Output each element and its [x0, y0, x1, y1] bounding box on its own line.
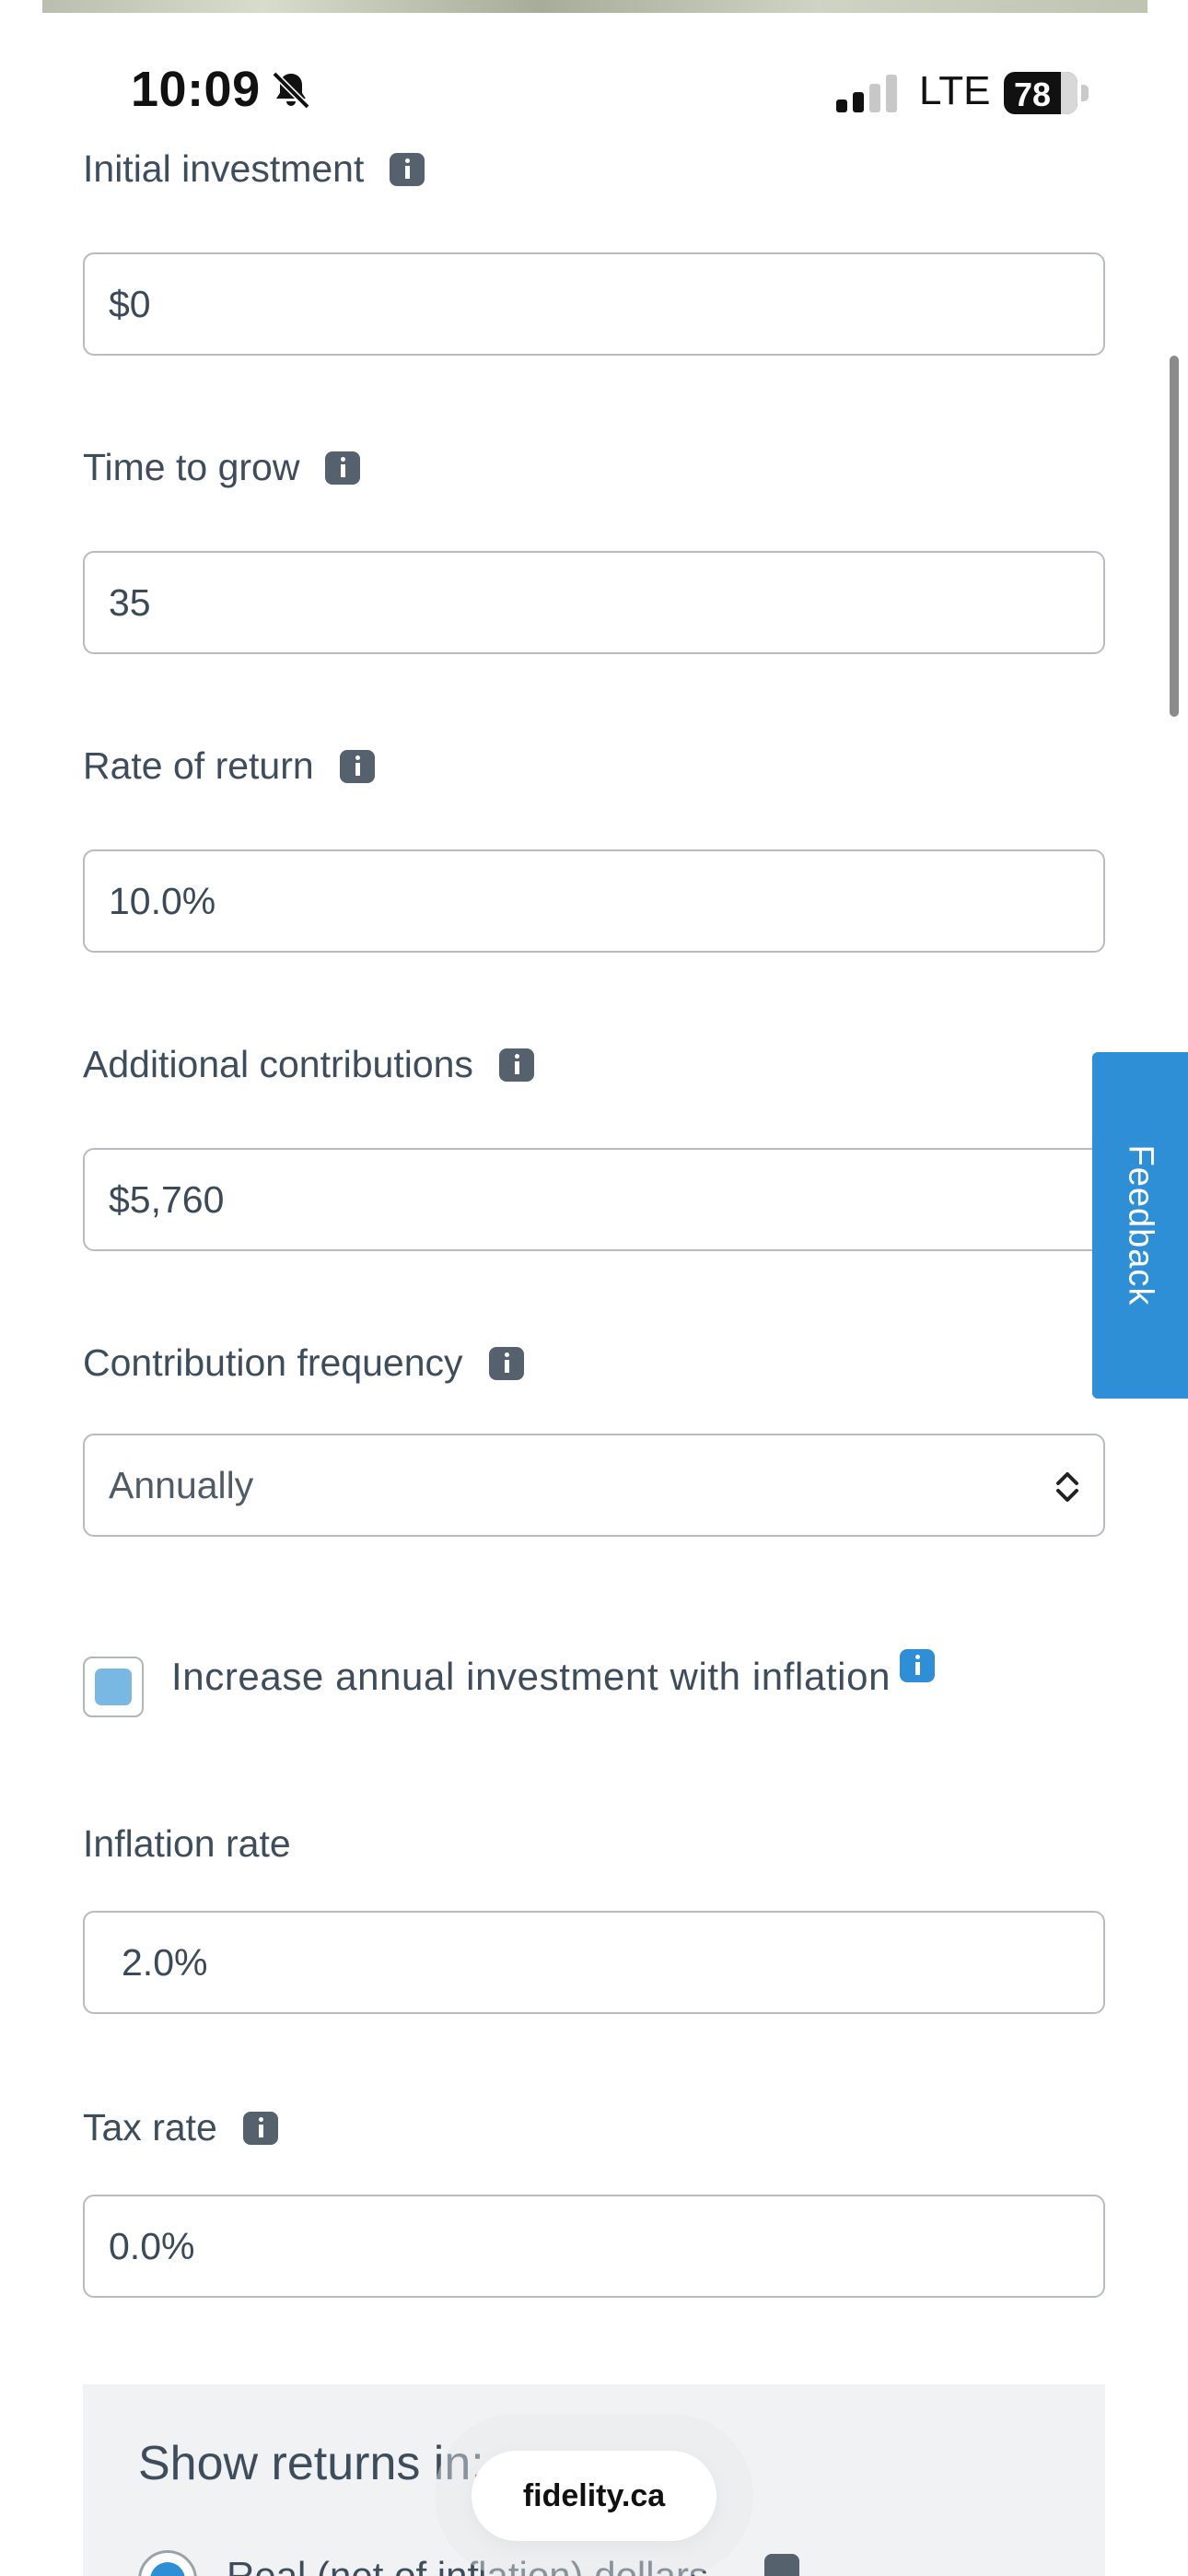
increase-with-inflation-label[interactable]: Increase annual investment with inflatio… [171, 1649, 936, 1699]
time-to-grow-label: Time to grow [83, 446, 361, 489]
info-icon[interactable] [900, 1649, 936, 1682]
status-time: 10:09 [131, 62, 261, 117]
increase-with-inflation-checkbox[interactable] [83, 1657, 144, 1717]
battery-percent: 78 [1013, 76, 1052, 113]
inflation-rate-input[interactable]: 2.0% [83, 1911, 1105, 2014]
chevron-up-down-icon [1056, 1472, 1078, 1502]
checkbox-checked-indicator [95, 1669, 132, 1705]
feedback-tab[interactable]: Feedback [1092, 1052, 1188, 1399]
additional-contributions-label: Additional contributions [83, 1043, 534, 1086]
info-icon[interactable] [390, 152, 425, 186]
bell-slash-icon [272, 71, 310, 110]
additional-contributions-input[interactable]: $5,760 [83, 1148, 1105, 1251]
cellular-signal-icon [836, 75, 897, 112]
initial-investment-label: Initial investment [83, 147, 425, 191]
feedback-label: Feedback [1121, 1144, 1160, 1306]
initial-investment-input[interactable]: $0 [83, 252, 1105, 356]
rate-of-return-input[interactable]: 10.0% [83, 849, 1105, 953]
status-bar: 10:09 LTE 78 [0, 13, 1188, 151]
url-text: fidelity.ca [522, 2477, 666, 2513]
contribution-frequency-label: Contribution frequency [83, 1341, 524, 1385]
real-dollars-label: Real (net of inflation) dollars [227, 2554, 708, 2576]
background-image-strip [42, 0, 1147, 13]
battery-icon: 78 [1004, 72, 1089, 114]
tax-rate-label: Tax rate [83, 2106, 278, 2149]
address-bar-pill[interactable]: fidelity.ca [472, 2451, 716, 2541]
info-icon[interactable] [339, 749, 375, 783]
tax-rate-input[interactable]: 0.0% [83, 2195, 1105, 2298]
info-icon[interactable] [498, 1048, 534, 1082]
real-dollars-radio[interactable] [138, 2550, 197, 2576]
info-icon[interactable] [764, 2554, 799, 2576]
contribution-frequency-select[interactable]: Annually [83, 1434, 1105, 1537]
inflation-rate-label: Inflation rate [83, 1822, 291, 1865]
info-icon[interactable] [488, 1346, 524, 1380]
info-icon[interactable] [325, 451, 361, 485]
rate-of-return-label: Rate of return [83, 744, 375, 788]
time-to-grow-input[interactable]: 35 [83, 551, 1105, 654]
network-type: LTE [919, 68, 991, 113]
info-icon[interactable] [242, 2111, 278, 2145]
scrollbar-thumb[interactable] [1170, 356, 1179, 717]
show-returns-heading: Show returns in: [138, 2437, 484, 2490]
